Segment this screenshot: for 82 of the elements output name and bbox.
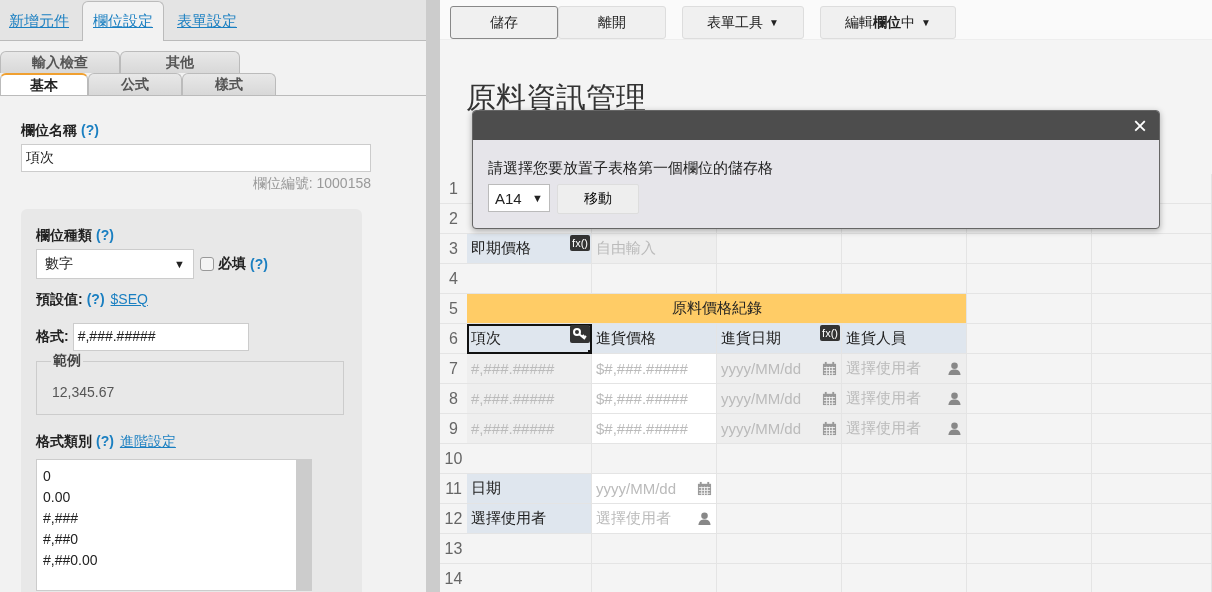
calendar-icon [822,421,837,436]
format-option[interactable]: #,### [43,508,290,529]
label-cell[interactable]: 即期價格 fx() [467,234,592,264]
field-name-input[interactable]: 項次 [21,144,371,172]
help-link[interactable]: (?) [250,256,268,272]
panel-tab[interactable]: 欄位設定 [82,1,164,41]
help-link[interactable]: (?) [86,291,105,307]
format-option[interactable]: #,##0.00 [43,550,290,571]
grid-cell[interactable] [717,474,842,504]
settings-tab[interactable]: 其他 [120,51,240,73]
settings-tab[interactable]: 輸入檢查 [0,51,120,73]
field-type-dropdown[interactable]: 數字 ▼ [36,249,194,279]
formula-badge: fx() [820,325,840,341]
format-option[interactable]: #,##0 [43,529,290,550]
help-link[interactable]: (?) [96,433,114,449]
label-cell[interactable]: 日期 [467,474,592,504]
key-icon [570,325,590,343]
grid-cell[interactable] [717,534,842,564]
field-label: 必填 [218,255,246,273]
settings-tab[interactable]: 基本 [0,73,88,95]
grid-cell[interactable] [967,234,1092,264]
help-link[interactable]: (?) [81,122,99,138]
settings-tab[interactable]: 樣式 [182,73,276,95]
grid-cell[interactable] [467,534,592,564]
close-button[interactable]: × [1121,112,1159,139]
field-id-text: 欄位編號: 1000158 [251,175,371,193]
scrollbar[interactable] [296,460,311,590]
grid-cell[interactable] [967,324,1092,354]
row-number: 1 [440,174,467,204]
section-header: 原料價格紀錄 [467,294,967,324]
user-icon [947,361,962,376]
grid-cell[interactable] [842,234,967,264]
grid-cell[interactable] [1092,234,1212,264]
default-value-link[interactable]: $SEQ [110,291,148,307]
panel-tab[interactable]: 新增元件 [2,1,76,41]
row-number: 10 [440,444,467,474]
user-icon [947,391,962,406]
help-link[interactable]: (?) [96,227,114,243]
field-label: 預設值: [36,291,83,309]
grid-cell[interactable] [592,534,717,564]
user-icon [947,421,962,436]
field-label: 欄位名稱 [21,122,77,140]
grid-cell[interactable] [717,504,842,534]
toolbar-button[interactable]: 儲存 [450,6,558,39]
formula-badge: fx() [570,235,590,251]
grid-cell[interactable] [967,264,1092,294]
format-input[interactable]: #,###.##### [72,323,249,351]
settings-tab[interactable]: 公式 [88,73,182,95]
row-number: 13 [440,534,467,564]
example-legend: 範例 [51,352,83,370]
row-number: 4 [440,264,467,294]
cell-dropdown[interactable]: A14 ▼ [488,184,550,212]
scrollbar[interactable] [426,0,440,592]
user-icon [697,511,712,526]
field-label: 格式類別 [36,433,92,451]
calendar-icon [822,361,837,376]
dialog-message: 請選擇您要放置子表格第一個欄位的儲存格 [488,159,774,178]
grid-cell[interactable] [967,294,1092,324]
grid-cell[interactable] [717,234,842,264]
label-cell[interactable]: 進貨人員 [842,324,967,354]
required-checkbox[interactable] [200,257,214,271]
label-cell[interactable]: 選擇使用者 [467,504,592,534]
toolbar-button[interactable]: 離開 [558,6,666,39]
label-cell[interactable]: 進貨日期 fx() [717,324,842,354]
field-label: 欄位種類 [36,227,92,245]
format-option[interactable]: 0.00 [43,487,290,508]
toolbar-button[interactable]: 表單工具 ▼ [682,6,804,39]
label-cell[interactable]: 進貨價格 [592,324,717,354]
advanced-settings-link[interactable]: 進階設定 [119,433,176,451]
move-button[interactable]: 移動 [557,184,639,214]
example-value: 12,345.67 [52,384,115,400]
toolbar-button[interactable]: 編輯欄位中 ▼ [819,6,956,39]
row-number: 2 [440,204,467,234]
panel-tab[interactable]: 表單設定 [170,1,244,41]
grid-cell[interactable] [717,444,842,474]
field-label: 格式: [36,328,69,346]
label-cell[interactable]: 項次 [467,324,592,354]
row-number: 14 [440,564,467,592]
calendar-icon [697,481,712,496]
format-option[interactable]: 0 [43,466,290,487]
calendar-icon [822,391,837,406]
format-list[interactable]: 0 0.00 #,### #,##0 #,##0.00 [36,459,312,591]
